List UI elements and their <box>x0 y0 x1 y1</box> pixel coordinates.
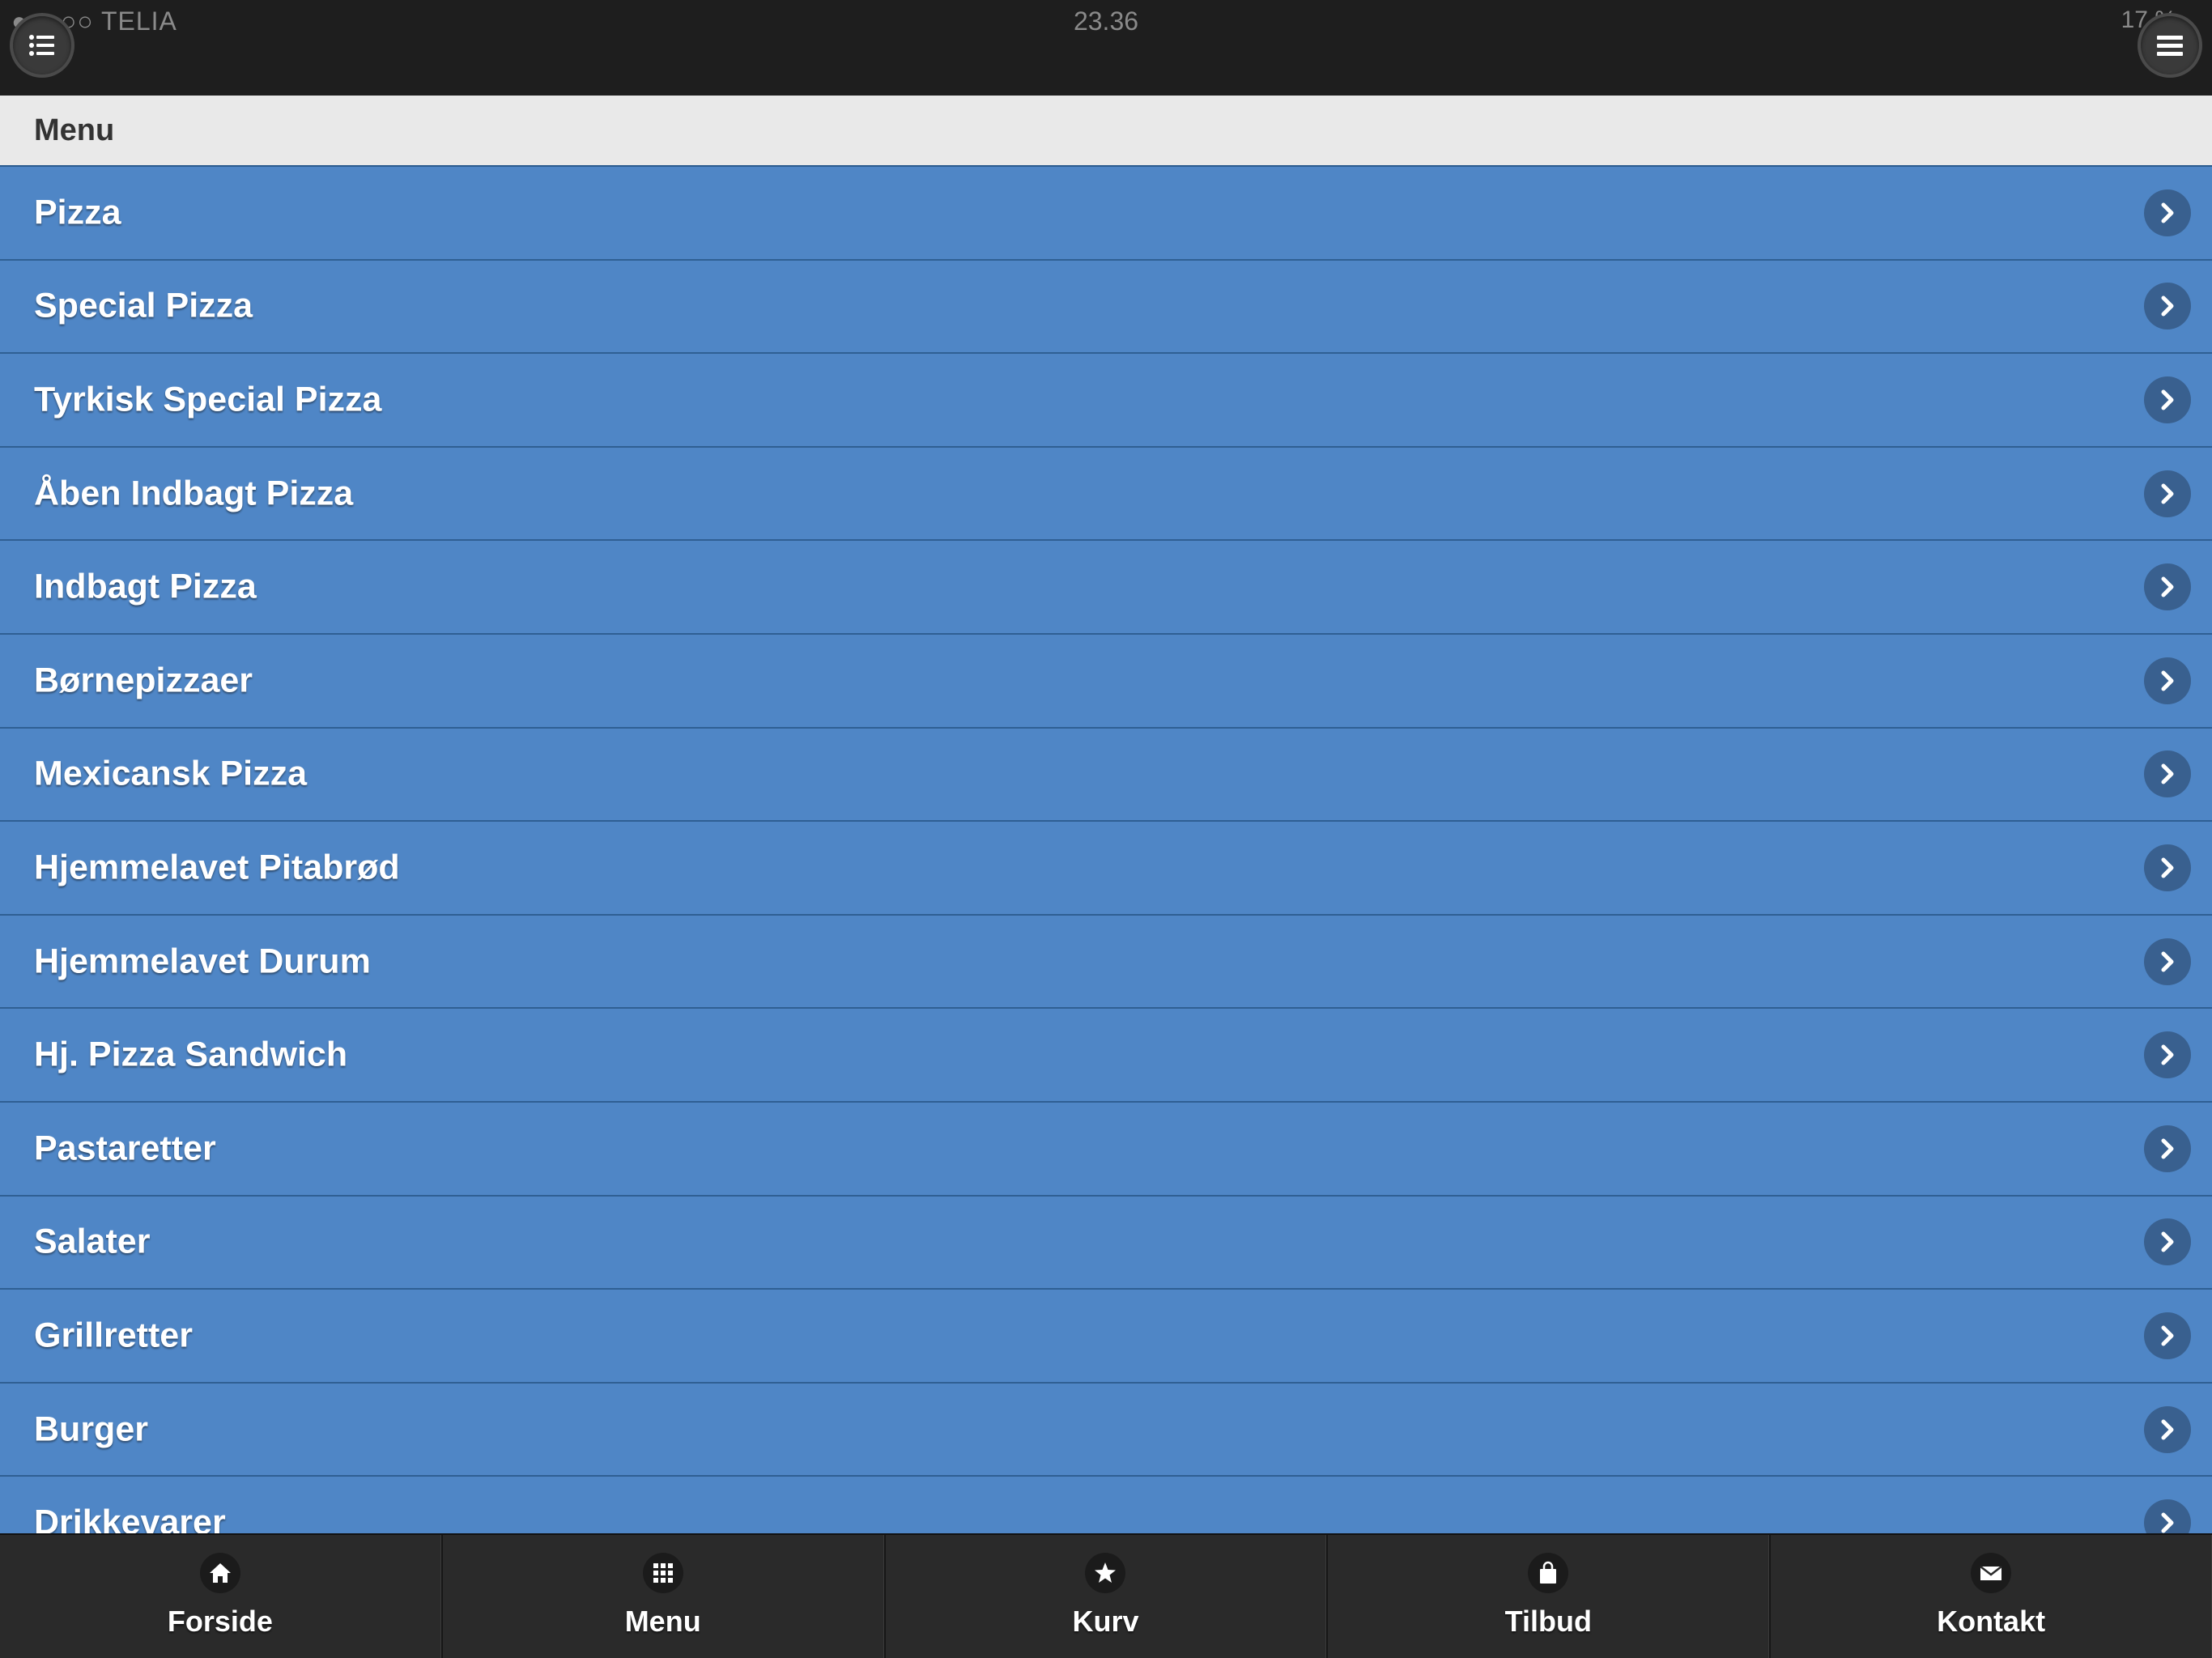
chevron-right-icon <box>2144 563 2191 611</box>
list-item[interactable]: Hjemmelavet Pitabrød <box>0 822 2212 916</box>
list-item-label: Hj. Pizza Sandwich <box>34 1035 348 1074</box>
grid-icon <box>642 1553 683 1593</box>
mail-icon <box>1971 1553 2012 1593</box>
tab-kurv[interactable]: Kurv <box>883 1535 1327 1658</box>
chevron-right-icon <box>2144 1218 2191 1266</box>
list-item[interactable]: Indbagt Pizza <box>0 541 2212 635</box>
list-item-label: Åben Indbagt Pizza <box>34 474 354 513</box>
list-item-label: Pastaretter <box>34 1129 216 1168</box>
list-item-label: Salater <box>34 1222 151 1261</box>
list-item-label: Burger <box>34 1409 148 1449</box>
chevron-right-icon <box>2144 844 2191 891</box>
chevron-right-icon <box>2144 937 2191 985</box>
tab-tilbud[interactable]: Tilbud <box>1326 1535 1770 1658</box>
home-icon <box>199 1553 240 1593</box>
hamburger-button[interactable] <box>2141 16 2199 74</box>
hamburger-icon <box>2157 36 2183 56</box>
app-root: ●●●○○ TELIA 23.36 17 % Menu Pizza Specia… <box>0 0 2212 1658</box>
list-item-label: Drikkevarer <box>34 1503 226 1533</box>
section-title: Menu <box>34 113 115 147</box>
list-item-label: Indbagt Pizza <box>34 567 257 606</box>
chevron-right-icon <box>2144 657 2191 704</box>
chevron-right-icon <box>2144 189 2191 236</box>
tab-label: Kurv <box>1072 1605 1139 1638</box>
chevron-right-icon <box>2144 750 2191 798</box>
shopping-bag-icon <box>1528 1553 1569 1593</box>
tab-forside[interactable]: Forside <box>0 1535 441 1658</box>
list-button[interactable] <box>13 16 71 74</box>
star-icon <box>1085 1553 1126 1593</box>
list-item-label: Børnepizzaer <box>34 661 253 700</box>
bottom-nav-bar: Forside Menu Kurv Tilbud Kontakt <box>0 1533 2212 1658</box>
list-item-label: Mexicansk Pizza <box>34 754 308 793</box>
list-item[interactable]: Grillretter <box>0 1290 2212 1384</box>
tab-kontakt[interactable]: Kontakt <box>1769 1535 2212 1658</box>
list-item[interactable]: Børnepizzaer <box>0 634 2212 729</box>
chevron-right-icon <box>2144 1031 2191 1079</box>
tab-label: Menu <box>624 1605 701 1638</box>
chevron-right-icon <box>2144 470 2191 517</box>
list-item[interactable]: Mexicansk Pizza <box>0 728 2212 823</box>
chevron-right-icon <box>2144 283 2191 330</box>
list-divider-header: Menu <box>0 96 2212 167</box>
tab-menu[interactable]: Menu <box>440 1535 884 1658</box>
list-item[interactable]: Åben Indbagt Pizza <box>0 447 2212 542</box>
chevron-right-icon <box>2144 1124 2191 1172</box>
tab-label: Tilbud <box>1504 1605 1592 1638</box>
status-time: 23.36 <box>1073 6 1139 36</box>
top-bar: ●●●○○ TELIA 23.36 17 % <box>0 0 2212 96</box>
chevron-right-icon <box>2144 1499 2191 1533</box>
chevron-right-icon <box>2144 376 2191 423</box>
tab-label: Kontakt <box>1937 1605 2046 1638</box>
list-item[interactable]: Drikkevarer <box>0 1477 2212 1533</box>
list-item[interactable]: Tyrkisk Special Pizza <box>0 354 2212 448</box>
list-item-label: Tyrkisk Special Pizza <box>34 380 382 419</box>
list-item[interactable]: Salater <box>0 1196 2212 1290</box>
list-item[interactable]: Hj. Pizza Sandwich <box>0 1009 2212 1103</box>
tab-label: Forside <box>167 1605 273 1638</box>
list-item-label: Hjemmelavet Durum <box>34 942 371 981</box>
chevron-right-icon <box>2144 1312 2191 1359</box>
list-item[interactable]: Burger <box>0 1383 2212 1477</box>
list-item-label: Grillretter <box>34 1316 193 1355</box>
list-item-label: Special Pizza <box>34 286 253 325</box>
menu-category-list: Pizza Special Pizza Tyrkisk Special Pizz… <box>0 167 2212 1533</box>
chevron-right-icon <box>2144 1405 2191 1453</box>
list-item[interactable]: Pizza <box>0 167 2212 261</box>
list-icon <box>29 35 54 56</box>
list-item[interactable]: Special Pizza <box>0 260 2212 355</box>
list-item-label: Hjemmelavet Pitabrød <box>34 848 400 887</box>
list-item[interactable]: Hjemmelavet Durum <box>0 915 2212 1010</box>
list-item-label: Pizza <box>34 193 121 232</box>
list-item[interactable]: Pastaretter <box>0 1102 2212 1197</box>
